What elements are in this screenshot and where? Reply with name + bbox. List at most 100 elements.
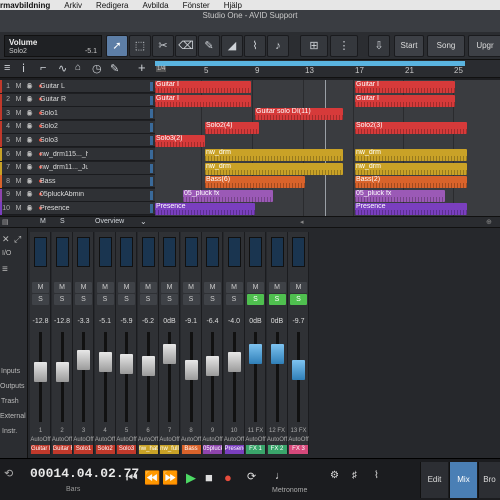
volume-readout[interactable]: -12.8 bbox=[52, 318, 73, 325]
automation-mode[interactable]: AutoOff bbox=[116, 437, 137, 443]
track-name[interactable]: Guitar R bbox=[40, 96, 88, 103]
timeline-ruler[interactable]: 1/4 5 9 13 17 21 25 bbox=[155, 60, 500, 78]
return-zero-icon[interactable]: ⏮ bbox=[126, 470, 138, 486]
track-row[interactable]: 3 M S ● ◉ Solo1 bbox=[0, 107, 155, 121]
solo-button[interactable]: S bbox=[139, 294, 157, 305]
track-mute-button[interactable]: M bbox=[14, 150, 23, 159]
panel-icon[interactable]: ▤ bbox=[2, 218, 9, 226]
monitor-icon[interactable]: ◉ bbox=[25, 163, 34, 172]
key-icon[interactable]: ♯ bbox=[352, 470, 357, 481]
insert-slot[interactable] bbox=[206, 237, 219, 267]
volume-readout[interactable]: -5.9 bbox=[116, 318, 137, 325]
volume-fader[interactable] bbox=[184, 360, 198, 380]
volume-readout[interactable]: -5.1 bbox=[95, 318, 116, 325]
mute-button[interactable]: M bbox=[290, 282, 307, 293]
show-automation-icon[interactable]: ∿ bbox=[58, 62, 67, 75]
event-clip[interactable]: Solo2(4) bbox=[205, 121, 259, 134]
menu-item-arkiv[interactable]: Arkiv bbox=[64, 1, 82, 10]
track-row[interactable]: 2 M S ● ◉ Guitar R bbox=[0, 93, 155, 107]
monitor-icon[interactable]: ◉ bbox=[25, 122, 34, 131]
snap-toggle-icon[interactable]: ⊞ bbox=[300, 35, 328, 57]
menu-item-fonster[interactable]: Fönster bbox=[183, 1, 210, 10]
quantize-icon[interactable]: ⋮ bbox=[330, 35, 358, 57]
volume-readout[interactable]: -9.7 bbox=[288, 318, 309, 325]
folder-icon[interactable]: ⌂ bbox=[75, 62, 81, 73]
automation-mode[interactable]: AutoOff bbox=[138, 437, 159, 443]
metronome-icon[interactable]: ♩ bbox=[275, 470, 286, 482]
event-clip[interactable]: nw_drm bbox=[355, 162, 467, 175]
mix-view-button[interactable]: Mix bbox=[449, 462, 477, 498]
track-mute-button[interactable]: M bbox=[14, 109, 23, 118]
track-name[interactable]: Solo3 bbox=[40, 137, 88, 144]
track-row[interactable]: 10 M S ● ◉ Presence bbox=[0, 202, 155, 216]
insert-slot[interactable] bbox=[270, 237, 284, 267]
upload-icon[interactable]: ⇩ bbox=[368, 35, 390, 57]
channel-name[interactable]: Presence bbox=[224, 445, 244, 454]
mute-button[interactable]: M bbox=[204, 282, 221, 293]
track-name[interactable]: Presence bbox=[40, 205, 88, 212]
track-mute-button[interactable]: M bbox=[14, 82, 23, 91]
stop-icon[interactable]: ■ bbox=[205, 470, 213, 485]
channel-name[interactable]: Guitar L bbox=[31, 445, 50, 454]
loop-toggle-icon[interactable]: ⟳ bbox=[247, 470, 256, 483]
track-row[interactable]: 8 M S ● ◉ Bass bbox=[0, 175, 155, 189]
track-mute-button[interactable]: M bbox=[14, 190, 23, 199]
event-clip[interactable]: Guitar I bbox=[355, 81, 455, 93]
insert-slot[interactable] bbox=[98, 237, 112, 267]
track-name[interactable]: Guitar L bbox=[40, 83, 88, 90]
track-name[interactable]: 05pluckAbmin bbox=[40, 191, 88, 198]
overview-solo-label[interactable]: S bbox=[60, 218, 65, 225]
track-mute-button[interactable]: M bbox=[14, 204, 23, 213]
monitor-icon[interactable]: ◉ bbox=[25, 190, 34, 199]
event-clip[interactable]: nw_drm bbox=[205, 149, 343, 161]
event-clip[interactable]: Solo2(3) bbox=[355, 121, 467, 134]
volume-fader[interactable] bbox=[292, 360, 305, 380]
track-mute-button[interactable]: M bbox=[14, 136, 23, 145]
edit-icon[interactable]: ✎ bbox=[110, 62, 119, 75]
record-icon[interactable]: ● bbox=[224, 470, 232, 485]
event-clip[interactable]: Guitar solo DI(11) bbox=[255, 108, 343, 121]
play-icon[interactable]: ▶ bbox=[186, 470, 196, 486]
io-label[interactable]: I/O bbox=[2, 250, 11, 257]
solo-button[interactable]: S bbox=[118, 294, 135, 305]
automation-mode[interactable]: AutoOff bbox=[30, 437, 51, 443]
monitor-icon[interactable]: ◉ bbox=[25, 82, 34, 91]
range-tool-icon[interactable]: ⬚ bbox=[129, 35, 151, 57]
automation-mode[interactable]: AutoOff bbox=[95, 437, 116, 443]
outputs-label[interactable]: Outputs bbox=[0, 383, 25, 390]
bend-tool-icon[interactable]: ⌇ bbox=[244, 35, 266, 57]
solo-button[interactable]: S bbox=[53, 294, 71, 305]
song-button[interactable]: Song bbox=[427, 35, 465, 57]
event-clip[interactable]: Bass(2) bbox=[355, 176, 467, 189]
channel-name[interactable]: 05pluck bbox=[203, 445, 222, 454]
channel-name[interactable]: Solo3 bbox=[117, 445, 136, 454]
close-mixer-icon[interactable]: ✕ bbox=[2, 234, 10, 245]
mute-button[interactable]: M bbox=[247, 282, 264, 293]
automation-mode[interactable]: AutoOff bbox=[181, 437, 202, 443]
track-name[interactable]: nw_drm115..._hat bbox=[40, 151, 88, 158]
split-tool-icon[interactable]: ✂ bbox=[152, 35, 174, 57]
track-name[interactable]: Solo2 bbox=[40, 123, 88, 130]
event-clip[interactable]: Guitar I bbox=[155, 94, 251, 107]
expand-icon[interactable]: ⤢ bbox=[14, 234, 21, 245]
mute-button[interactable]: M bbox=[161, 282, 178, 293]
volume-fader[interactable] bbox=[163, 344, 176, 364]
inputs-label[interactable]: Inputs bbox=[1, 368, 20, 375]
insert-slot[interactable] bbox=[77, 237, 90, 267]
instr-label[interactable]: Instr. bbox=[2, 428, 17, 435]
automation-mode[interactable]: AutoOff bbox=[202, 437, 223, 443]
track-mute-button[interactable]: M bbox=[14, 177, 23, 186]
mute-button[interactable]: M bbox=[268, 282, 286, 293]
volume-readout[interactable]: -6.4 bbox=[202, 318, 223, 325]
event-clip[interactable]: 05_pluck fx bbox=[355, 189, 445, 202]
track-mute-button[interactable]: M bbox=[14, 95, 23, 104]
arrow-tool-icon[interactable]: ➚ bbox=[106, 35, 128, 57]
solo-button[interactable]: S bbox=[75, 294, 92, 305]
track-row[interactable]: 6 M S ● ◉ nw_drm115..._hat bbox=[0, 148, 155, 161]
inspector-icon[interactable]: ⅰ bbox=[22, 62, 25, 75]
event-clip[interactable]: Guitar I bbox=[155, 81, 251, 93]
volume-fader[interactable] bbox=[249, 344, 262, 364]
time-display[interactable]: 00014.04.02.77 bbox=[30, 466, 139, 481]
insert-slot[interactable] bbox=[120, 237, 133, 267]
channel-name[interactable]: nw_full bbox=[160, 445, 179, 454]
